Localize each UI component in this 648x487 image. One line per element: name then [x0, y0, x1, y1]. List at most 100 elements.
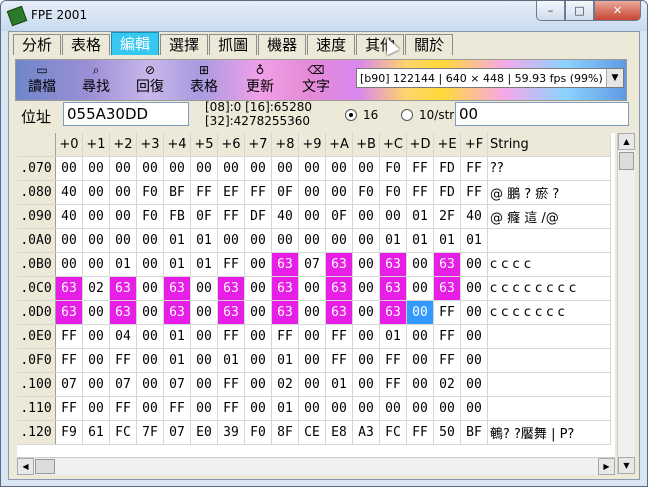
scroll-down-icon[interactable]: ▼	[618, 457, 635, 474]
hex-byte-cell[interactable]: 00	[352, 348, 380, 373]
hex-byte-cell[interactable]: 00	[298, 156, 326, 181]
hex-byte-cell[interactable]: 00	[190, 348, 218, 373]
hex-byte-cell[interactable]: F0	[244, 420, 272, 445]
hex-byte-cell[interactable]: 00	[379, 204, 407, 229]
hex-byte-cell[interactable]: 63	[109, 276, 137, 301]
hex-byte-cell[interactable]: 01	[406, 228, 434, 253]
hex-byte-cell[interactable]: 63	[433, 276, 461, 301]
hex-byte-cell[interactable]: FD	[433, 156, 461, 181]
hex-byte-cell[interactable]: 01	[379, 324, 407, 349]
table-row[interactable]: .0C0 63 02 63 00 63 00 63 00 63 00 63 00 63 00 63 00 c c …	[17, 276, 611, 301]
hex-byte-cell[interactable]: 39	[217, 420, 245, 445]
hex-byte-cell[interactable]: 00	[136, 276, 164, 301]
hex-byte-cell[interactable]: FF	[460, 156, 488, 181]
hex-byte-cell[interactable]: 40	[55, 204, 83, 229]
table-row[interactable]: .080 40 00 00 F0 BF FF EF FF 0F 00 00 F0 F0 FF FD FF @ 鵬 …	[17, 180, 611, 205]
hex-byte-cell[interactable]: 00	[352, 300, 380, 325]
hex-byte-cell[interactable]: 63	[325, 276, 353, 301]
hex-byte-cell[interactable]: 07	[298, 252, 326, 277]
hex-byte-cell[interactable]: 07	[55, 372, 83, 397]
hex-byte-cell[interactable]: 01	[163, 348, 191, 373]
table-row[interactable]: .0A0 00 00 00 00 01 01 00 00 00 00 00 00 01 01 01 01	[17, 228, 611, 253]
hex-byte-cell[interactable]: 00	[406, 252, 434, 277]
hex-byte-cell[interactable]: 00	[298, 324, 326, 349]
table-row[interactable]: .0E0 FF 00 04 00 01 00 FF 00 FF 00 FF 00 01 00 FF 00	[17, 324, 611, 349]
hex-byte-cell[interactable]: 00	[352, 252, 380, 277]
hex-grid[interactable]: +0 +1 +2 +3 +4 +5 +6 +7 +8 +9 +A +B +C +D +E +F String .0…	[17, 133, 615, 457]
tab-speed[interactable]: 速度	[307, 34, 356, 55]
hex-byte-cell[interactable]: 01	[163, 228, 191, 253]
find-button[interactable]: ⌕ 尋找	[74, 62, 118, 98]
hex-byte-cell[interactable]: 00	[82, 396, 110, 421]
scroll-up-icon[interactable]: ▲	[618, 133, 635, 150]
status-dropdown[interactable]: [b90] 122144 | 640 × 448 | 59.93 fps (99…	[356, 68, 624, 88]
hex-byte-cell[interactable]: 63	[271, 252, 299, 277]
hex-byte-cell[interactable]: 00	[406, 276, 434, 301]
hex-byte-cell[interactable]: 01	[163, 252, 191, 277]
tab-capture[interactable]: 抓圖	[209, 34, 258, 55]
hex-byte-cell[interactable]: 00	[298, 276, 326, 301]
hex-byte-cell[interactable]: 40	[55, 180, 83, 205]
hex-byte-cell[interactable]: FF	[244, 180, 272, 205]
hex-byte-cell[interactable]: FC	[109, 420, 137, 445]
hex-byte-cell[interactable]: FF	[433, 348, 461, 373]
hex-byte-cell[interactable]: 02	[433, 372, 461, 397]
hex-byte-cell[interactable]: 07	[163, 372, 191, 397]
scroll-right-icon[interactable]: ▶	[598, 458, 615, 475]
hex-byte-cell[interactable]: 01	[271, 396, 299, 421]
hex-byte-cell[interactable]: 00	[109, 180, 137, 205]
hex-byte-cell[interactable]: 00	[190, 324, 218, 349]
hex-byte-cell[interactable]: 00	[352, 276, 380, 301]
hex-byte-cell[interactable]: FF	[433, 324, 461, 349]
hex-byte-cell[interactable]: 00	[109, 204, 137, 229]
hex-byte-cell[interactable]: FF	[271, 324, 299, 349]
hex-byte-cell[interactable]: 00	[298, 348, 326, 373]
hex-byte-cell[interactable]: 0F	[325, 204, 353, 229]
hex-byte-cell[interactable]: 00	[109, 228, 137, 253]
hex-byte-cell[interactable]: FF	[217, 252, 245, 277]
hex-byte-cell[interactable]: 00	[82, 204, 110, 229]
hex-byte-cell[interactable]: 00	[136, 348, 164, 373]
hex-byte-cell[interactable]: 63	[379, 276, 407, 301]
horizontal-scrollbar[interactable]: ◀ ▶	[17, 457, 615, 475]
hex-byte-cell[interactable]: FF	[217, 372, 245, 397]
hex-byte-cell[interactable]: FD	[433, 180, 461, 205]
hex-byte-cell[interactable]: FF	[55, 324, 83, 349]
hex-byte-cell[interactable]: 00	[379, 396, 407, 421]
hex-byte-cell[interactable]: FF	[217, 204, 245, 229]
hex-byte-cell[interactable]: 00	[325, 228, 353, 253]
hex-byte-cell[interactable]: 01	[406, 204, 434, 229]
tab-select[interactable]: 選擇	[160, 34, 209, 55]
hex-byte-cell[interactable]: 00	[136, 300, 164, 325]
hex-byte-cell[interactable]: 00	[217, 156, 245, 181]
hex-byte-cell[interactable]: F0	[136, 180, 164, 205]
hex-byte-cell[interactable]: FF	[433, 300, 461, 325]
hex-byte-cell[interactable]: FF	[55, 348, 83, 373]
hex-byte-cell[interactable]: 00	[55, 156, 83, 181]
hex-byte-cell[interactable]: 00	[82, 372, 110, 397]
hex-byte-cell[interactable]: FF	[325, 324, 353, 349]
hex-byte-cell[interactable]: 01	[460, 228, 488, 253]
undo-button[interactable]: ⊘ 回復	[128, 62, 172, 98]
hex-byte-cell[interactable]: 00	[82, 324, 110, 349]
hex-byte-cell[interactable]: 00	[244, 156, 272, 181]
hex-byte-cell[interactable]: 00	[136, 324, 164, 349]
vertical-scrollbar[interactable]: ▲ ▼	[617, 133, 635, 474]
hex-byte-cell[interactable]: 63	[163, 276, 191, 301]
hex-byte-cell[interactable]: 01	[271, 348, 299, 373]
minimize-button[interactable]: –	[536, 1, 565, 21]
hex-byte-cell[interactable]: 00	[460, 324, 488, 349]
refresh-button[interactable]: ♁ 更新	[238, 62, 282, 98]
hex-byte-cell[interactable]: FF	[55, 396, 83, 421]
hex-byte-cell[interactable]: 00	[406, 348, 434, 373]
hex-byte-cell[interactable]: 00	[244, 300, 272, 325]
hex-byte-cell[interactable]: 00	[352, 156, 380, 181]
hex-byte-cell[interactable]: 00	[136, 372, 164, 397]
hex-byte-cell[interactable]: 00	[82, 348, 110, 373]
hex-byte-cell[interactable]: 02	[82, 276, 110, 301]
hex-byte-cell[interactable]: F0	[379, 180, 407, 205]
text-button[interactable]: ⌫ 文字	[294, 62, 338, 98]
hex-byte-cell[interactable]: F0	[379, 156, 407, 181]
hex-byte-cell[interactable]: BF	[163, 180, 191, 205]
hex-byte-cell[interactable]: 00	[82, 156, 110, 181]
